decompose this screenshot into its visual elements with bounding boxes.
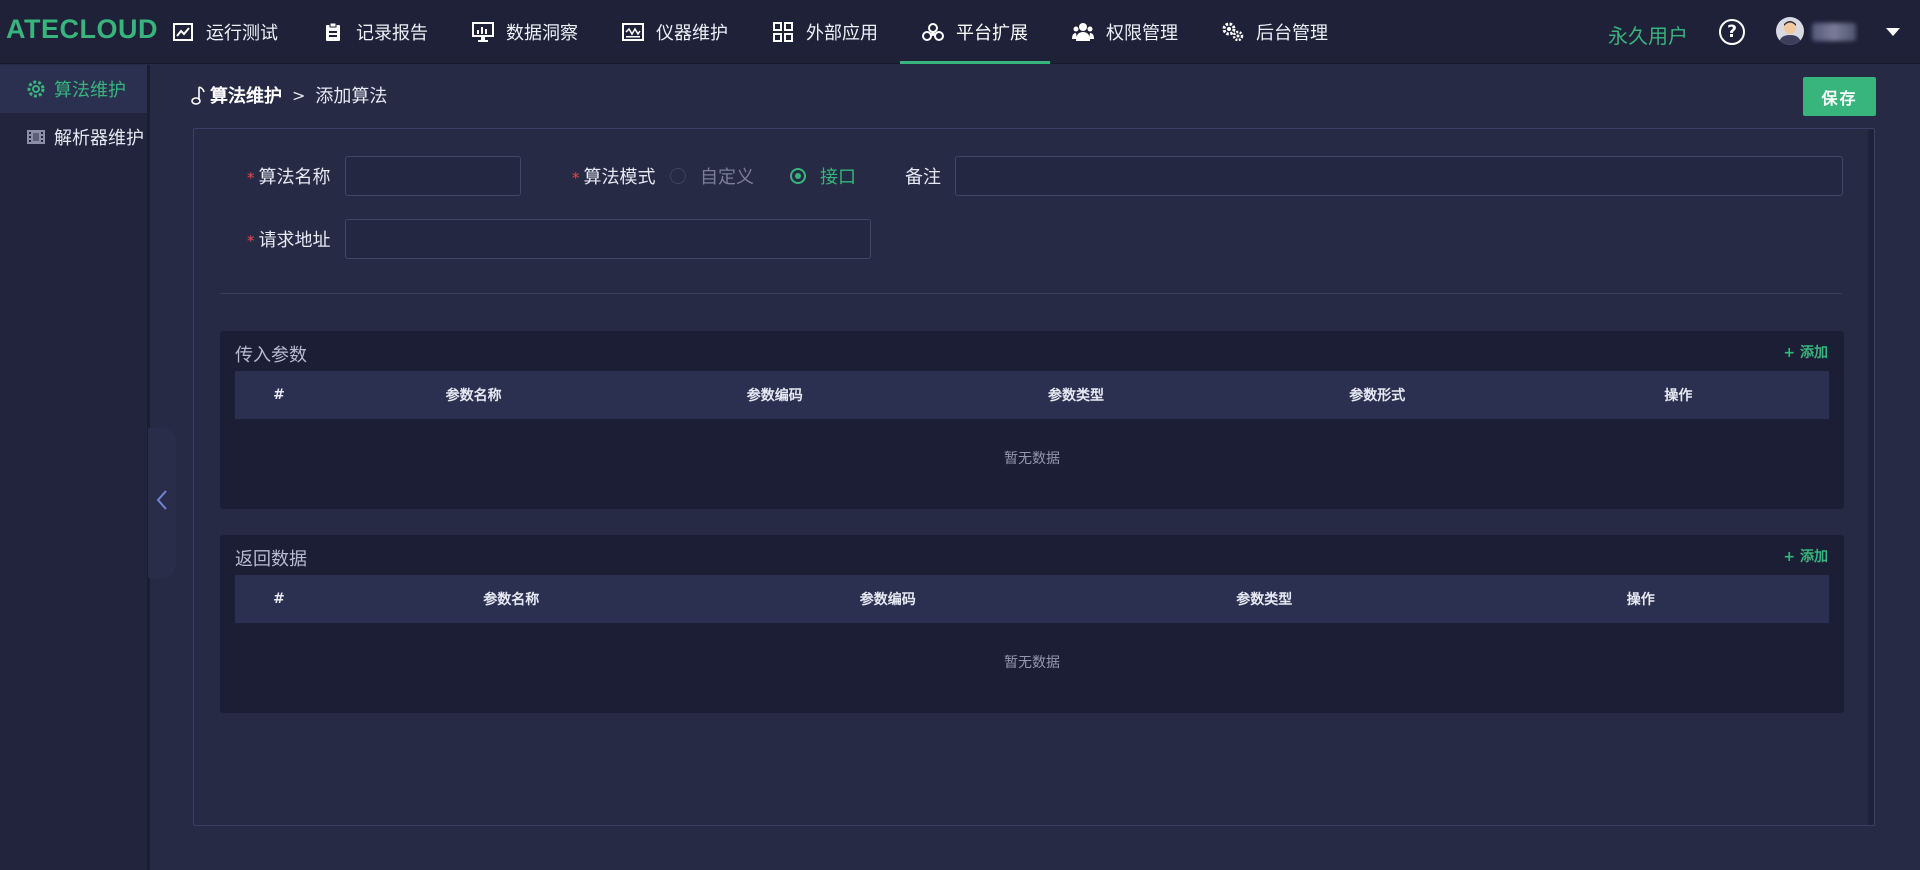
column-header: 参数编码 bbox=[859, 592, 916, 608]
film-icon bbox=[26, 127, 46, 147]
scrollbar[interactable] bbox=[1868, 129, 1874, 825]
algorithm-mode-label: * 算法模式 bbox=[572, 163, 656, 189]
radio-label: 自定义 bbox=[700, 167, 754, 188]
field-label-text: 算法名称 bbox=[258, 167, 331, 188]
remark-input[interactable] bbox=[955, 156, 1843, 196]
nav-item-label: 平台扩展 bbox=[956, 23, 1028, 44]
breadcrumb-root[interactable]: 算法维护 bbox=[210, 82, 282, 108]
breadcrumb: 算法维护 > 添加算法 bbox=[190, 82, 387, 108]
mode-radio-interface[interactable]: 接口 bbox=[790, 163, 856, 189]
add-return-field-button[interactable]: + 添加 bbox=[1783, 546, 1828, 566]
table-header: # 参数名称 参数编码 参数类型 参数形式 操作 bbox=[235, 371, 1829, 419]
breadcrumb-separator: > bbox=[292, 85, 306, 105]
nav-item-label: 数据洞察 bbox=[506, 23, 578, 44]
sidebar-item-label: 解析器维护 bbox=[54, 128, 144, 149]
chevron-down-icon[interactable] bbox=[1886, 28, 1900, 36]
column-header: # bbox=[273, 591, 285, 607]
sidebar: 算法维护 解析器维护 bbox=[0, 65, 150, 870]
nav-item-records[interactable]: 记录报告 bbox=[300, 0, 450, 64]
radio-label: 接口 bbox=[820, 167, 856, 188]
column-header: 操作 bbox=[1664, 388, 1693, 404]
nav-item-label: 运行测试 bbox=[206, 23, 278, 44]
required-mark: * bbox=[572, 169, 580, 187]
avatar[interactable] bbox=[1776, 17, 1804, 45]
column-header: 参数形式 bbox=[1349, 388, 1406, 404]
breadcrumb-current: 添加算法 bbox=[315, 86, 388, 107]
return-data-panel: 返回数据 + 添加 # 参数名称 参数编码 参数类型 操作 暂无数据 bbox=[220, 535, 1844, 713]
column-header: 参数类型 bbox=[1048, 388, 1104, 404]
users-icon bbox=[1072, 21, 1094, 43]
nav-item-label: 权限管理 bbox=[1106, 23, 1178, 44]
column-header: # bbox=[273, 387, 285, 403]
column-header: 参数名称 bbox=[483, 592, 540, 608]
main-nav: 运行测试 记录报告 数据洞察 仪器维护 外部应用 平台扩展 权限管理 后台管理 bbox=[150, 0, 1350, 64]
help-icon[interactable]: ? bbox=[1719, 19, 1745, 45]
request-url-input[interactable] bbox=[345, 219, 871, 259]
top-navigation-bar: ATECLOUD 运行测试 记录报告 数据洞察 仪器维护 外部应用 平台扩展 权… bbox=[0, 0, 1920, 64]
music-note-icon bbox=[190, 84, 208, 106]
remark-label: 备注 bbox=[905, 167, 941, 188]
algorithm-name-input[interactable] bbox=[345, 156, 521, 196]
required-mark: * bbox=[247, 169, 255, 187]
radio-circle bbox=[790, 168, 806, 184]
sidebar-item-label: 算法维护 bbox=[54, 80, 126, 101]
column-header: 参数名称 bbox=[445, 388, 502, 404]
user-type-label: 永久用户 bbox=[1608, 24, 1688, 48]
add-input-param-button[interactable]: + 添加 bbox=[1783, 342, 1828, 362]
nav-item-label: 记录报告 bbox=[356, 23, 428, 44]
instrument-icon bbox=[622, 21, 644, 43]
gear-icon bbox=[26, 79, 46, 99]
sidebar-item-algorithm[interactable]: 算法维护 bbox=[0, 65, 147, 113]
nav-item-label: 后台管理 bbox=[1256, 23, 1328, 44]
nav-item-instrument[interactable]: 仪器维护 bbox=[600, 0, 750, 64]
nav-item-backend[interactable]: 后台管理 bbox=[1200, 0, 1350, 64]
nav-item-run-test[interactable]: 运行测试 bbox=[150, 0, 300, 64]
nav-item-data-insight[interactable]: 数据洞察 bbox=[450, 0, 600, 64]
username-blurred bbox=[1812, 23, 1856, 41]
algorithm-name-label: * 算法名称 bbox=[247, 163, 331, 189]
panel-title: 返回数据 bbox=[235, 549, 307, 570]
field-label-text: 请求地址 bbox=[258, 230, 331, 251]
clipboard-icon bbox=[322, 21, 344, 43]
form-card: * 算法名称 * 算法模式 自定义 接口 备注 * 请求地址 传入参数 + 添加 # … bbox=[193, 128, 1875, 826]
radio-circle bbox=[670, 168, 686, 184]
nav-item-external-apps[interactable]: 外部应用 bbox=[750, 0, 900, 64]
column-header: 操作 bbox=[1626, 592, 1655, 608]
section-divider bbox=[220, 293, 1842, 294]
chart-line-icon bbox=[172, 21, 194, 43]
nav-item-platform-extension[interactable]: 平台扩展 bbox=[900, 0, 1050, 64]
input-params-panel: 传入参数 + 添加 # 参数名称 参数编码 参数类型 参数形式 操作 暂无数据 bbox=[220, 331, 1844, 509]
sidebar-collapse-toggle[interactable] bbox=[148, 428, 176, 578]
nav-item-label: 外部应用 bbox=[806, 23, 878, 44]
column-header: 参数类型 bbox=[1236, 592, 1293, 608]
sidebar-item-parser[interactable]: 解析器维护 bbox=[0, 113, 147, 161]
chevron-left-icon bbox=[156, 489, 168, 517]
extension-icon bbox=[922, 21, 944, 43]
nav-item-label: 仪器维护 bbox=[656, 23, 728, 44]
save-button[interactable]: 保存 bbox=[1803, 77, 1876, 116]
field-label-text: 算法模式 bbox=[583, 167, 656, 188]
app-logo[interactable]: ATECLOUD bbox=[6, 14, 158, 45]
grid-icon bbox=[772, 21, 794, 43]
mode-radio-custom[interactable]: 自定义 bbox=[670, 163, 754, 189]
gears-icon bbox=[1222, 21, 1244, 43]
request-url-label: * 请求地址 bbox=[247, 226, 331, 252]
required-mark: * bbox=[247, 232, 255, 250]
empty-state-text: 暂无数据 bbox=[1004, 655, 1060, 671]
table-header: # 参数名称 参数编码 参数类型 操作 bbox=[235, 575, 1829, 623]
monitor-chart-icon bbox=[472, 21, 494, 43]
column-header: 参数编码 bbox=[746, 388, 803, 404]
panel-title: 传入参数 bbox=[235, 345, 307, 366]
empty-state-text: 暂无数据 bbox=[1004, 451, 1060, 467]
nav-item-permissions[interactable]: 权限管理 bbox=[1050, 0, 1200, 64]
